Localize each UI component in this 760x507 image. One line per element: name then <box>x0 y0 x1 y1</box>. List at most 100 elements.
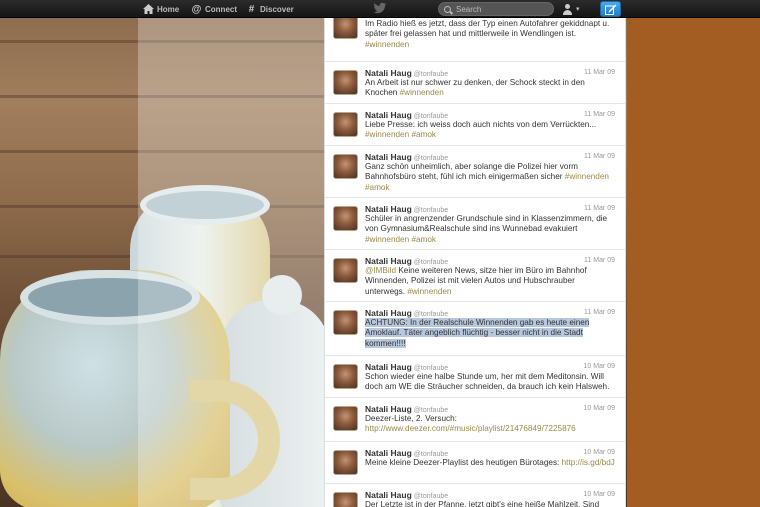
tweet-author-handle[interactable]: @tonfaube <box>414 207 448 214</box>
tweet-timestamp[interactable]: 11 Mar 09 <box>584 257 615 264</box>
tweet-item[interactable]: Natali Haug @tonfaube 11 Mar 09 Ganz schön … <box>325 146 625 198</box>
hashtag-link[interactable]: #winnenden <box>365 235 409 244</box>
hashtag-link[interactable]: @IMBild <box>365 266 396 275</box>
avatar[interactable] <box>333 450 358 475</box>
tweet-timestamp[interactable]: 10 Mar 09 <box>583 491 615 498</box>
home-icon <box>143 4 154 15</box>
avatar[interactable] <box>333 492 358 507</box>
tweet-timestamp[interactable]: 10 Mar 09 <box>583 363 615 370</box>
nav-connect[interactable]: @ Connect <box>191 0 237 18</box>
account-menu[interactable]: ▾ <box>562 2 588 16</box>
hashtag-link[interactable]: #winnenden <box>365 40 409 49</box>
tweet-timeline[interactable]: Im Radio hieß es jetzt, dass der Typ ein… <box>324 0 626 507</box>
tweet-timestamp[interactable]: 10 Mar 09 <box>583 405 615 412</box>
at-sign-icon: @ <box>191 3 202 15</box>
hashtag-link[interactable]: #winnenden <box>565 172 609 181</box>
tweet-author-handle[interactable]: @tonfaube <box>414 311 448 318</box>
tweet-header: Natali Haug @tonfaube <box>365 448 448 458</box>
tweet-item[interactable]: Natali Haug @tonfaube 11 Mar 09 Liebe Press… <box>325 104 625 146</box>
tweet-text-segment: Im Radio hieß es jetzt, dass der Typ ein… <box>365 19 610 39</box>
tweet-text-segment: Deezer-Liste, 2. Versuch: <box>365 414 457 423</box>
tweet-text: ACHTUNG: In der Realschule Winnenden gab… <box>365 318 615 349</box>
tweet-author-name[interactable]: Natali Haug <box>365 448 412 458</box>
avatar[interactable] <box>333 310 358 335</box>
hashtag-link[interactable]: #winnenden <box>400 88 444 97</box>
tweet-text: Im Radio hieß es jetzt, dass der Typ ein… <box>365 19 615 50</box>
tweet-author-handle[interactable]: @tonfaube <box>414 259 448 266</box>
nav-home-label: Home <box>157 4 180 14</box>
tweet-author-name[interactable]: Natali Haug <box>365 362 412 372</box>
avatar[interactable] <box>333 112 358 137</box>
tweet-text: Liebe Presse: ich weiss doch auch nichts… <box>365 120 615 141</box>
selected-text: ACHTUNG: In der Realschule Winnenden gab… <box>365 318 590 348</box>
tweet-item[interactable]: Natali Haug @tonfaube 11 Mar 09 ACHTUNG: In… <box>325 302 625 356</box>
tweet-author-handle[interactable]: @tonfaube <box>414 365 448 372</box>
tweet-author-name[interactable]: Natali Haug <box>365 256 412 266</box>
tweet-author-handle[interactable]: @tonfaube <box>414 407 448 414</box>
tweet-text-segment: An Arbeit ist nur schwer zu denken, der … <box>365 78 585 98</box>
tweet-item[interactable]: Natali Haug @tonfaube 10 Mar 09 Meine klein… <box>325 442 625 484</box>
tweet-item[interactable]: Natali Haug @tonfaube 11 Mar 09 An Arbeit i… <box>325 62 625 104</box>
tweet-author-name[interactable]: Natali Haug <box>365 110 412 120</box>
tweet-author-name[interactable]: Natali Haug <box>365 404 412 414</box>
tweet-text-segment: Der Letzte ist in der Pfanne, jetzt gibt… <box>365 500 600 507</box>
hashtag-link[interactable]: #winnenden <box>365 130 409 139</box>
chevron-down-icon: ▾ <box>576 6 580 13</box>
background-shade-strip <box>138 0 324 507</box>
tweet-text-segment: Liebe Presse: ich weiss doch auch nichts… <box>365 120 597 129</box>
tweet-timestamp[interactable]: 11 Mar 09 <box>584 69 615 76</box>
tweet-item[interactable]: Natali Haug @tonfaube 11 Mar 09 @IMBild Kei… <box>325 250 625 302</box>
search-box[interactable] <box>438 2 554 16</box>
tweet-author-handle[interactable]: @tonfaube <box>414 493 448 500</box>
tweet-text-segment: Meine kleine Deezer-Playlist des heutige… <box>365 458 562 467</box>
tweet-author-name[interactable]: Natali Haug <box>365 204 412 214</box>
compose-tweet-button[interactable] <box>600 1 621 17</box>
tweet-header: Natali Haug @tonfaube <box>365 152 448 162</box>
tweet-text: An Arbeit ist nur schwer zu denken, der … <box>365 78 615 99</box>
avatar[interactable] <box>333 364 358 389</box>
tweet-author-name[interactable]: Natali Haug <box>365 490 412 500</box>
tweet-timestamp[interactable]: 11 Mar 09 <box>584 205 615 212</box>
avatar[interactable] <box>333 406 358 431</box>
nav-connect-label: Connect <box>205 4 237 14</box>
tweet-author-handle[interactable]: @tonfaube <box>414 113 448 120</box>
nav-discover[interactable]: # Discover <box>246 0 294 18</box>
tweet-item[interactable]: Natali Haug @tonfaube 10 Mar 09 Schon wiede… <box>325 356 625 398</box>
tweet-timestamp[interactable]: 11 Mar 09 <box>584 309 615 316</box>
search-input[interactable] <box>456 4 546 14</box>
tweet-header: Natali Haug @tonfaube <box>365 204 448 214</box>
hashtag-link[interactable]: #amok <box>411 235 436 244</box>
hashtag-link[interactable]: #winnenden <box>407 287 451 296</box>
tweet-item[interactable]: Natali Haug @tonfaube 10 Mar 09 Deezer-List… <box>325 398 625 442</box>
tweet-item[interactable]: Natali Haug @tonfaube 11 Mar 09 Schüler in … <box>325 198 625 250</box>
tweet-author-handle[interactable]: @tonfaube <box>414 71 448 78</box>
tweet-text-segment: Schon wieder eine halbe Stunde um, her m… <box>365 372 610 392</box>
user-icon <box>562 3 573 15</box>
tweet-author-name[interactable]: Natali Haug <box>365 68 412 78</box>
tweet-header: Natali Haug @tonfaube <box>365 490 448 500</box>
hashtag-link[interactable]: #amok <box>411 130 436 139</box>
url-link[interactable]: http://is.gd/bdJ <box>562 458 615 467</box>
search-icon <box>444 5 451 13</box>
avatar[interactable] <box>333 258 358 283</box>
nav-discover-label: Discover <box>260 4 294 14</box>
nav-home[interactable]: Home <box>143 0 179 18</box>
tweet-timestamp[interactable]: 10 Mar 09 <box>583 449 615 456</box>
tweet-author-handle[interactable]: @tonfaube <box>414 451 448 458</box>
avatar[interactable] <box>333 70 358 95</box>
tweet-author-name[interactable]: Natali Haug <box>365 152 412 162</box>
tweet-header: Natali Haug @tonfaube <box>365 110 448 120</box>
tweet-header: Natali Haug @tonfaube <box>365 362 448 372</box>
tweet-text: Ganz schön unheimlich, aber solange die … <box>365 162 615 193</box>
tweet-text: Schon wieder eine halbe Stunde um, her m… <box>365 372 615 393</box>
tweet-timestamp[interactable]: 11 Mar 09 <box>584 153 615 160</box>
tweet-item[interactable]: Natali Haug @tonfaube 10 Mar 09 Der Letzte … <box>325 484 625 507</box>
url-link[interactable]: http://www.deezer.com/#music/playlist/21… <box>365 424 576 433</box>
avatar[interactable] <box>333 154 358 179</box>
tweet-author-name[interactable]: Natali Haug <box>365 308 412 318</box>
hashtag-link[interactable]: #amok <box>365 183 390 192</box>
twitter-bird-icon[interactable] <box>372 2 388 14</box>
tweet-timestamp[interactable]: 11 Mar 09 <box>584 111 615 118</box>
tweet-author-handle[interactable]: @tonfaube <box>414 155 448 162</box>
avatar[interactable] <box>333 206 358 231</box>
